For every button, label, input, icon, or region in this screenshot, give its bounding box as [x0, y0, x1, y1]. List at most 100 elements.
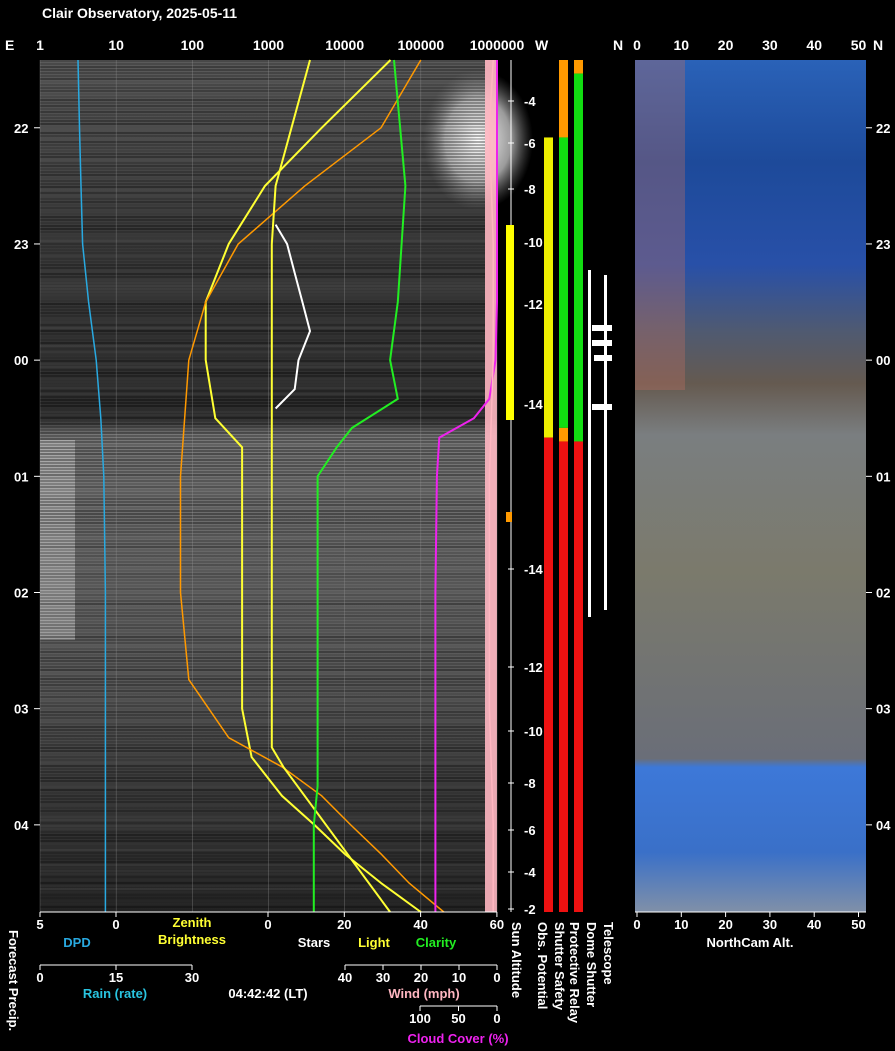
cam-top-tick-label: 30 — [762, 37, 778, 53]
scale-tick: 60 — [490, 917, 504, 932]
telescope-marks — [592, 325, 612, 410]
time-label-right: 02 — [876, 586, 890, 601]
top-tick-label: 1000 — [253, 37, 284, 53]
scale-tick: 20 — [337, 917, 351, 932]
sky-stripe — [40, 783, 485, 785]
sky-stripe — [40, 183, 485, 185]
top-tick-label: 1000000 — [470, 37, 525, 53]
sky-stripe — [40, 732, 485, 734]
sky-stripe — [40, 504, 485, 506]
sky-stripe — [40, 837, 485, 839]
sky-stripe — [40, 201, 485, 203]
sky-stripe — [40, 216, 485, 218]
sky-stripe — [40, 264, 485, 266]
sky-stripe — [40, 231, 485, 233]
sky-stripe — [40, 573, 485, 575]
sky-stripe — [40, 105, 485, 107]
sky-stripe — [40, 651, 485, 653]
sky-stripe — [40, 516, 485, 518]
sky-stripe — [40, 99, 485, 101]
sun-altitude-label: -14 — [524, 562, 544, 577]
sky-stripe — [40, 285, 485, 287]
sky-stripe — [40, 633, 485, 635]
sky-stripe — [40, 762, 485, 764]
sky-stripe — [40, 774, 485, 776]
sky-stripe — [40, 552, 485, 554]
dpd-label: DPD — [63, 935, 90, 950]
sky-stripe — [40, 366, 485, 368]
sky-stripe — [40, 204, 485, 206]
cam-tick: 10 — [674, 917, 688, 932]
sky-stripe — [40, 582, 485, 584]
cam-top-tick-label: 0 — [633, 37, 641, 53]
top-tick-label: 10 — [108, 37, 124, 53]
sky-stripe — [40, 579, 485, 581]
sky-stripe — [40, 69, 485, 71]
sky-stripe — [40, 852, 485, 854]
sky-stripe — [40, 384, 485, 386]
sky-stripe — [40, 828, 485, 830]
sky-stripe — [40, 714, 485, 716]
sky-stripe — [40, 393, 485, 395]
sky-stripe — [40, 165, 485, 167]
sky-stripe — [40, 855, 485, 857]
top-tick-label: 100000 — [397, 37, 444, 53]
sky-stripe — [40, 294, 485, 296]
sky-stripe — [40, 132, 485, 134]
sky-stripe — [40, 243, 485, 245]
sky-stripe — [40, 540, 485, 542]
sky-stripe — [40, 228, 485, 230]
sky-stripe — [40, 447, 485, 449]
cam-top-tick-label: 10 — [674, 37, 690, 53]
sky-stripe — [40, 549, 485, 551]
sky-stripe — [40, 126, 485, 128]
sky-stripe — [40, 738, 485, 740]
sky-stripe — [40, 93, 485, 95]
status-segment — [559, 60, 568, 138]
sky-stripe — [40, 561, 485, 563]
sky-stripe — [40, 498, 485, 500]
sky-stripe — [40, 249, 485, 251]
sky-stripe — [40, 210, 485, 212]
sun-altitude-label: -4 — [524, 865, 536, 880]
sky-stripe — [40, 846, 485, 848]
time-label-right: 01 — [876, 469, 890, 484]
sky-stripe — [40, 111, 485, 113]
cloud-label: Cloud Cover (%) — [407, 1031, 508, 1046]
sky-stripe — [40, 801, 485, 803]
sky-stripe — [40, 471, 485, 473]
sky-stripe — [40, 324, 485, 326]
sky-stripe — [40, 273, 485, 275]
sky-stripe — [40, 711, 485, 713]
sky-stripe — [40, 684, 485, 686]
sky-stripe — [40, 141, 485, 143]
sun-altitude-observing-band — [506, 225, 514, 420]
sky-stripe — [40, 66, 485, 68]
sky-stripe — [40, 336, 485, 338]
sky-stripe — [40, 486, 485, 488]
sky-stripe — [40, 276, 485, 278]
sky-stripe — [40, 354, 485, 356]
sky-stripe — [40, 261, 485, 263]
status-label: Telescope — [601, 922, 616, 985]
wind-label: Wind (mph) — [388, 986, 459, 1001]
sky-stripe — [40, 702, 485, 704]
sky-stripe — [40, 114, 485, 116]
observatory-chart: -4 -6 -8 -10 -12 -14 -14 -12 -10 -8 -6 -4 -2 Clair O… — [5, 5, 891, 1046]
sky-stripe — [40, 87, 485, 89]
sky-stripe — [40, 339, 485, 341]
sky-stripe — [40, 351, 485, 353]
sky-stripe — [40, 624, 485, 626]
sky-stripe — [40, 798, 485, 800]
sky-stripe — [40, 108, 485, 110]
status-segment — [574, 60, 583, 74]
cloud-tick: 50 — [451, 1011, 465, 1026]
sky-stripe — [40, 810, 485, 812]
sky-stripe — [40, 525, 485, 527]
status-segment — [559, 427, 568, 442]
sky-stripe — [40, 147, 485, 149]
sky-stripe — [40, 234, 485, 236]
sky-stripe — [40, 186, 485, 188]
time-label-left: 00 — [14, 353, 28, 368]
sky-stripe — [40, 399, 485, 401]
